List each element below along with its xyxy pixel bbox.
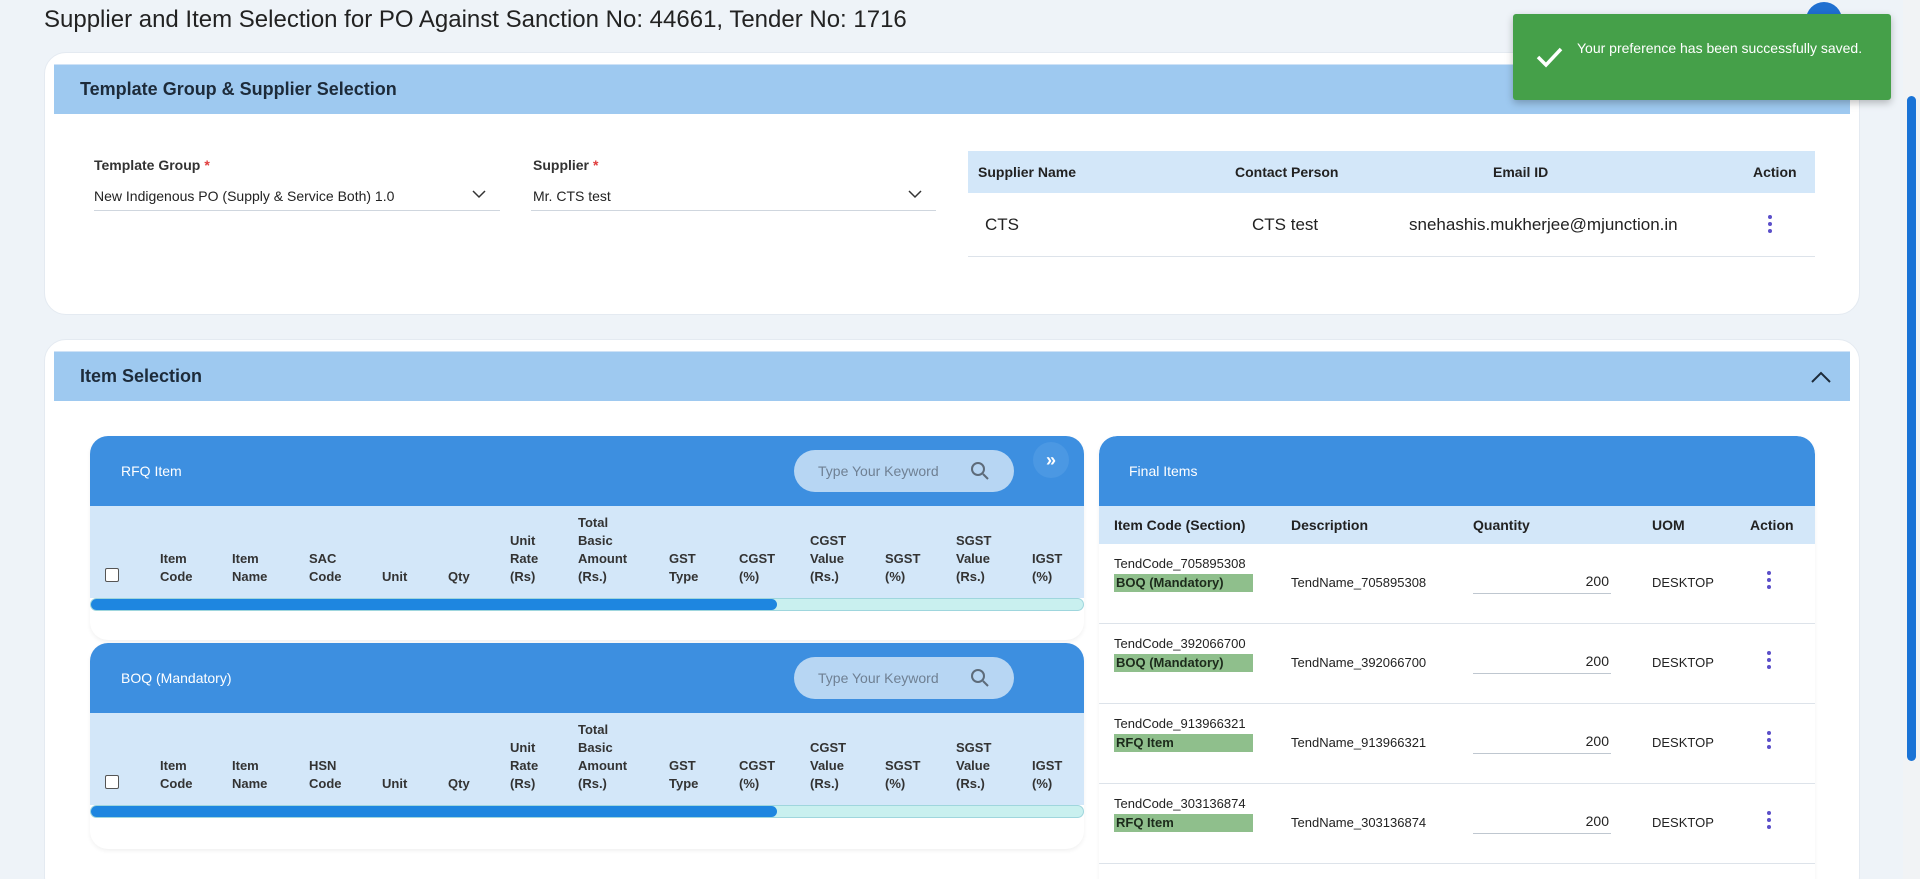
- select-all-checkbox[interactable]: [105, 568, 119, 582]
- row-actions-icon[interactable]: [1767, 811, 1771, 829]
- row-actions-icon[interactable]: [1767, 731, 1771, 749]
- supplier-table-header: Supplier Name Contact Person Email ID Ac…: [968, 151, 1815, 193]
- search-icon[interactable]: [970, 668, 990, 688]
- quantity-input[interactable]: 200: [1473, 728, 1611, 754]
- section-title: Item Selection: [80, 366, 203, 386]
- final-items-title: Final Items: [1129, 463, 1198, 479]
- table-row: TendCode_913966321 RFQ Item TendName_913…: [1099, 704, 1815, 784]
- template-group-select[interactable]: New Indigenous PO (Supply & Service Both…: [94, 181, 500, 211]
- search-icon[interactable]: [970, 461, 990, 481]
- success-toast[interactable]: Your preference has been successfully sa…: [1513, 14, 1891, 100]
- rfq-item-panel: RFQ Item Type Your Keyword Item Code Item…: [90, 436, 1084, 640]
- page-title: Supplier and Item Selection for PO Again…: [44, 6, 907, 33]
- supplier-label: Supplier *: [533, 157, 599, 173]
- rfq-panel-title: RFQ Item: [121, 463, 182, 479]
- final-items-table-header: Item Code (Section) Description Quantity…: [1099, 506, 1815, 544]
- supplier-select[interactable]: Mr. CTS test: [531, 181, 936, 211]
- section-badge: RFQ Item: [1114, 734, 1253, 752]
- select-all-checkbox[interactable]: [105, 775, 119, 789]
- row-actions-icon[interactable]: [1767, 571, 1771, 589]
- boq-panel: BOQ (Mandatory) Type Your Keyword Item Co…: [90, 643, 1084, 849]
- supplier-table: Supplier Name Contact Person Email ID Ac…: [968, 151, 1815, 257]
- rfq-search-input[interactable]: Type Your Keyword: [794, 450, 1014, 492]
- horizontal-scrollbar[interactable]: [90, 598, 1084, 611]
- table-row: TendCode_705895308 BOQ (Mandatory) TendN…: [1099, 544, 1815, 624]
- boq-table-header: Item Code Item Name HSN Code Unit Qty Unit R…: [90, 713, 1084, 805]
- toast-message: Your preference has been successfully sa…: [1577, 40, 1863, 56]
- boq-panel-title: BOQ (Mandatory): [121, 670, 232, 686]
- move-to-final-button[interactable]: »: [1033, 442, 1069, 478]
- scrollbar-thumb[interactable]: [91, 806, 777, 817]
- horizontal-scrollbar[interactable]: [90, 805, 1084, 818]
- row-actions-icon[interactable]: [1767, 651, 1771, 669]
- template-group-label: Template Group *: [94, 157, 210, 173]
- boq-panel-header: BOQ (Mandatory) Type Your Keyword: [90, 643, 1084, 713]
- final-items-header: Final Items: [1099, 436, 1815, 506]
- item-selection-header[interactable]: Item Selection: [54, 351, 1850, 401]
- chevron-up-icon[interactable]: [1810, 366, 1832, 388]
- page-scrollbar-thumb[interactable]: [1907, 96, 1916, 761]
- supplier-value: Mr. CTS test: [533, 187, 611, 204]
- quantity-input[interactable]: 200: [1473, 808, 1611, 834]
- section-badge: BOQ (Mandatory): [1114, 574, 1253, 592]
- section-badge: BOQ (Mandatory): [1114, 654, 1253, 672]
- quantity-input[interactable]: 200: [1473, 568, 1611, 594]
- chevron-down-icon: [908, 190, 922, 199]
- row-actions-icon[interactable]: [1768, 215, 1772, 233]
- check-icon: [1536, 47, 1563, 68]
- table-row: TendCode_303136874 RFQ Item TendName_303…: [1099, 784, 1815, 864]
- rfq-table-header: Item Code Item Name SAC Code Unit Qty Unit R…: [90, 506, 1084, 598]
- template-group-value: New Indigenous PO (Supply & Service Both…: [94, 187, 395, 204]
- quantity-input[interactable]: 200: [1473, 648, 1611, 674]
- rfq-panel-header: RFQ Item Type Your Keyword: [90, 436, 1084, 506]
- table-row: TendCode_392066700 BOQ (Mandatory) TendN…: [1099, 624, 1815, 704]
- table-row: CTS CTS test snehashis.mukherjee@mjuncti…: [968, 193, 1815, 257]
- section-title: Template Group & Supplier Selection: [80, 79, 397, 99]
- section-badge: RFQ Item: [1114, 814, 1253, 832]
- final-items-panel: Final Items Item Code (Section) Descript…: [1099, 436, 1815, 879]
- boq-search-input[interactable]: Type Your Keyword: [794, 657, 1014, 699]
- scrollbar-thumb[interactable]: [91, 599, 777, 610]
- page-scrollbar[interactable]: [1903, 0, 1920, 879]
- chevron-down-icon: [472, 190, 486, 199]
